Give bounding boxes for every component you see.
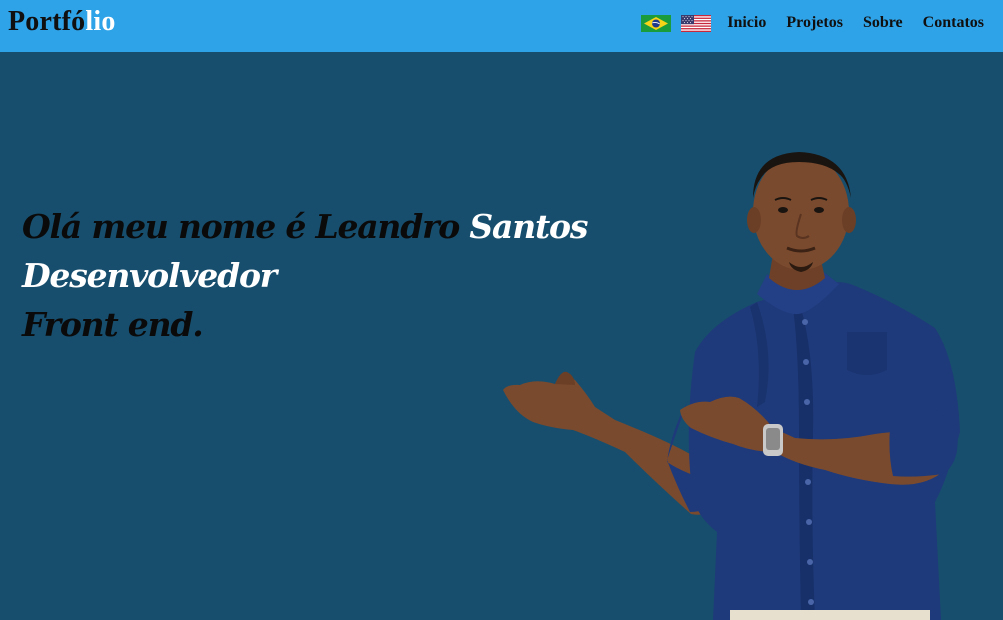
brazil-flag-icon[interactable] (641, 14, 672, 32)
top-navbar: Portfólio Inicio Projetos Sobre Contatos (0, 0, 1003, 52)
site-logo[interactable]: Portfólio (8, 7, 116, 37)
profile-person-image (495, 102, 975, 620)
hero-section: Olá meu nome é Leandro Santos Desenvolve… (0, 52, 1003, 620)
nav-link-projetos[interactable]: Projetos (786, 14, 843, 32)
usa-flag-icon[interactable] (681, 14, 712, 32)
nav-link-inicio[interactable]: Inicio (727, 14, 766, 32)
nav-link-contatos[interactable]: Contatos (923, 14, 984, 32)
logo-text-dark: Portfó (8, 6, 86, 37)
nav-link-sobre[interactable]: Sobre (863, 14, 903, 32)
logo-text-light: lio (85, 6, 116, 37)
headline-greeting: Olá meu nome é Leandro (22, 207, 460, 246)
main-nav: Inicio Projetos Sobre Contatos (641, 13, 984, 33)
